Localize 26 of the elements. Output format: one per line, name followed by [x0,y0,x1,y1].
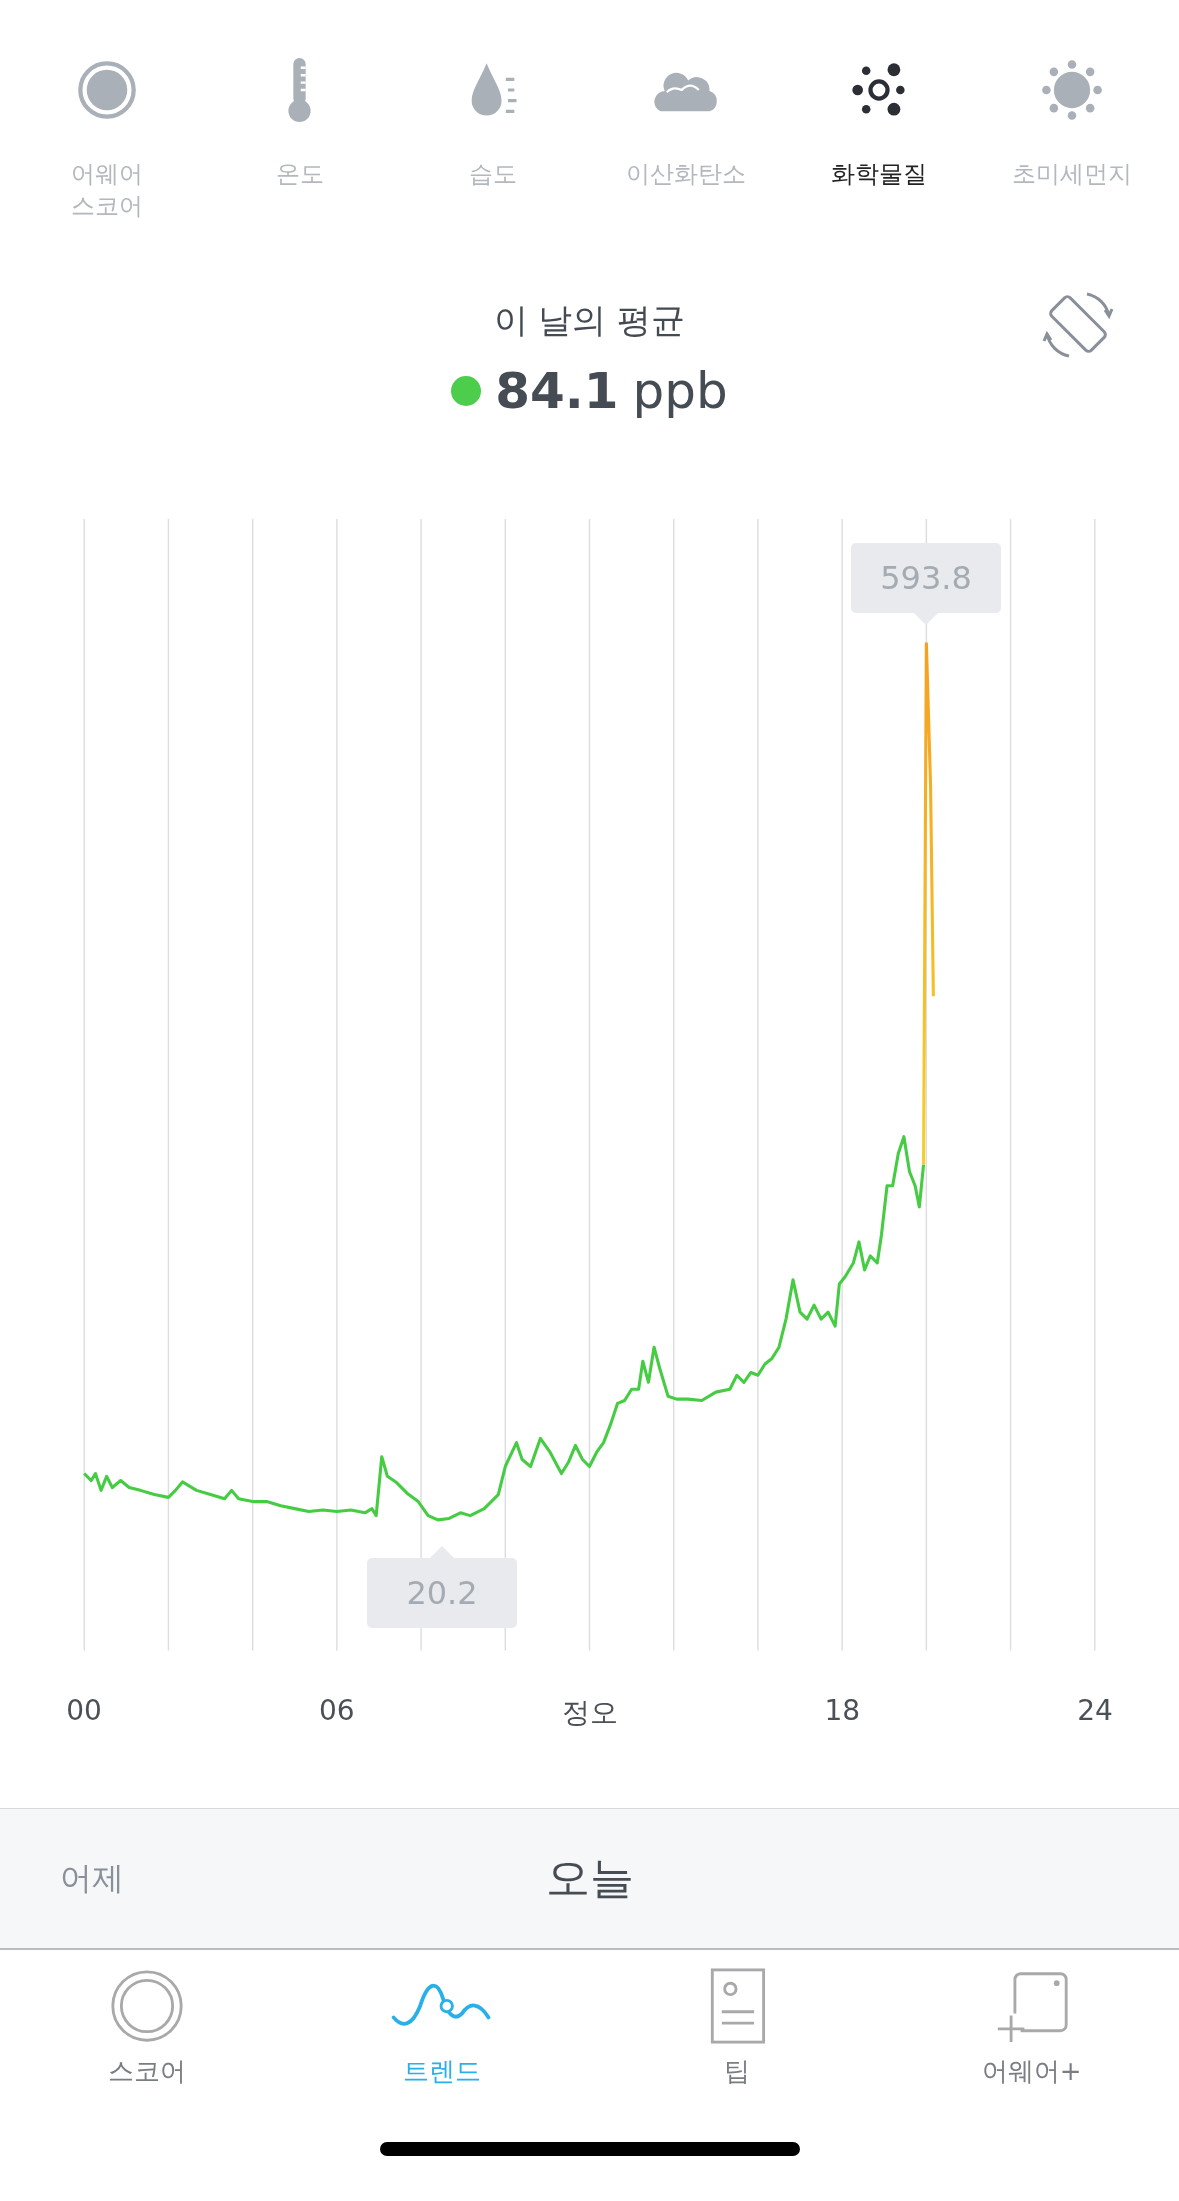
virus-icon [1040,58,1105,122]
nav-tab[interactable]: 트렌드 [294,1968,590,2116]
axis-label: 06 [317,1694,356,1727]
nav-tab[interactable]: 스코어 [0,1968,295,2116]
average-unit: ppb [632,362,728,420]
nav-tab[interactable]: 어웨어+ [884,1968,1179,2116]
average-value: 84.1 [495,362,619,420]
metric-tab[interactable]: 이산화탄소 [589,58,783,248]
axis-label: 00 [65,1694,103,1727]
day-tab[interactable]: 오늘 [535,1839,644,1918]
metric-tab[interactable]: 온도 [203,58,397,248]
metric-tab[interactable]: 어웨어 스코어 [10,58,204,248]
thermometer-icon [287,58,313,122]
day-tab[interactable]: 어제 [50,1846,134,1911]
metric-tab[interactable]: 초미세먼지 [975,58,1170,248]
axis-label: 18 [823,1694,862,1727]
nav-tab[interactable]: 팁 [589,1968,885,2116]
min-value-tooltip: 20.2 [367,1546,517,1628]
status-dot [451,376,482,406]
axis-label: 정오 [560,1695,619,1731]
ring-icon [109,1968,186,2044]
axis-label: 24 [1076,1694,1114,1727]
average-title: 이 날의 평균 [493,299,686,342]
metric-tab[interactable]: 습도 [396,58,590,248]
metric-tab[interactable]: 화학물질 [782,58,976,248]
max-value-tooltip: 593.8 [851,543,1001,625]
